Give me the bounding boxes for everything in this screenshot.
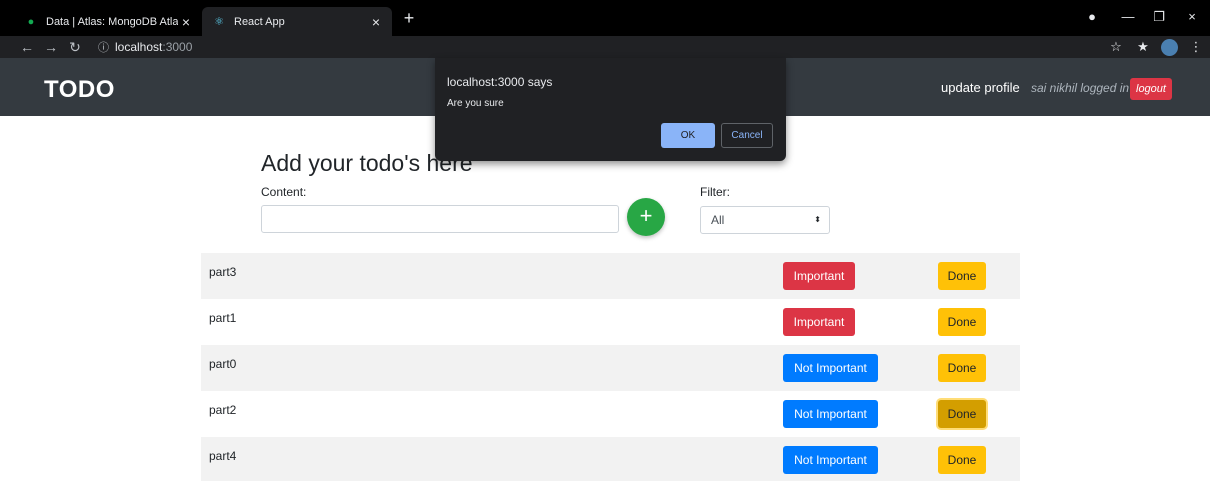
minimize-icon[interactable]: — [1117,6,1139,28]
url-host: localhost [115,40,163,54]
tab-mongodb-atlas[interactable]: ● Data | Atlas: MongoDB Atlas × [14,8,202,36]
restore-icon[interactable]: ❐ [1148,6,1170,28]
brand-title[interactable]: TODO [44,76,115,104]
new-tab-icon[interactable]: + [398,8,420,30]
tab-title: React App [234,15,285,28]
extensions-icon[interactable]: ★ [1133,37,1153,57]
todo-text: part4 [209,449,237,463]
todo-row: part0 Not Important Done [201,345,1020,391]
menu-kebab-icon[interactable]: ⋮ [1186,37,1206,57]
todo-text: part1 [209,311,237,325]
important-button[interactable]: Important [783,308,855,336]
done-button[interactable]: Done [938,262,986,290]
react-atom-icon: ⚛ [214,16,224,28]
dialog-message: Are you sure [447,98,504,109]
forward-icon[interactable]: → [42,37,60,57]
back-icon[interactable]: ← [18,37,36,57]
site-info-icon[interactable]: ⓘ [98,39,109,55]
address-bar[interactable]: ⓘ localhost :3000 [92,38,1102,56]
dialog-cancel-button[interactable]: Cancel [721,123,773,148]
dialog-ok-button[interactable]: OK [661,123,715,148]
done-button[interactable]: Done [938,354,986,382]
todo-row: part4 Not Important Done [201,437,1020,481]
confirm-dialog: localhost:3000 says Are you sure OK Canc… [435,58,786,161]
filter-label: Filter: [700,185,730,199]
not-important-button[interactable]: Not Important [783,354,878,382]
url-port: :3000 [162,40,193,54]
todo-text: part0 [209,357,237,371]
todo-text: part3 [209,265,237,279]
logged-in-status: sai nikhil logged in [1031,81,1130,95]
not-important-button[interactable]: Not Important [783,446,878,474]
profile-menu-icon[interactable]: ● [1081,6,1103,28]
tab-react-app[interactable]: ⚛ React App × [202,7,392,36]
todo-row: part3 Important Done [201,253,1020,299]
reload-icon[interactable]: ↻ [66,37,84,57]
add-todo-button[interactable]: + [627,198,665,236]
todo-text: part2 [209,403,237,417]
leaf-icon: ● [27,16,35,28]
done-button[interactable]: Done [938,446,986,474]
filter-selected-value: All [711,213,725,227]
done-button[interactable]: Done [938,400,986,428]
close-window-icon[interactable]: × [1181,6,1203,28]
tab-title: Data | Atlas: MongoDB Atlas [46,16,178,28]
todo-row: part1 Important Done [201,299,1020,345]
dialog-title: localhost:3000 says [447,75,553,89]
select-updown-icon: ⬍ [814,215,821,224]
update-profile-link[interactable]: update profile [941,80,1020,95]
logout-button[interactable]: logout [1130,78,1172,100]
todo-list: part3 Important Done part1 Important Don… [201,253,1020,481]
close-tab-icon[interactable]: × [368,14,384,30]
browser-tab-strip: ● Data | Atlas: MongoDB Atlas × ⚛ React … [0,0,1210,36]
browser-toolbar: ← → ↻ ⓘ localhost :3000 ☆ ★ ⋮ [0,36,1210,58]
content-label: Content: [261,185,307,199]
screen: ● Data | Atlas: MongoDB Atlas × ⚛ React … [0,0,1210,481]
bookmark-star-icon[interactable]: ☆ [1106,37,1126,57]
profile-avatar-icon[interactable] [1161,39,1178,56]
not-important-button[interactable]: Not Important [783,400,878,428]
todo-row: part2 Not Important Done [201,391,1020,437]
filter-select[interactable]: All ⬍ [700,206,830,234]
done-button[interactable]: Done [938,308,986,336]
content-input[interactable] [261,205,619,233]
close-tab-icon[interactable]: × [178,14,194,30]
important-button[interactable]: Important [783,262,855,290]
